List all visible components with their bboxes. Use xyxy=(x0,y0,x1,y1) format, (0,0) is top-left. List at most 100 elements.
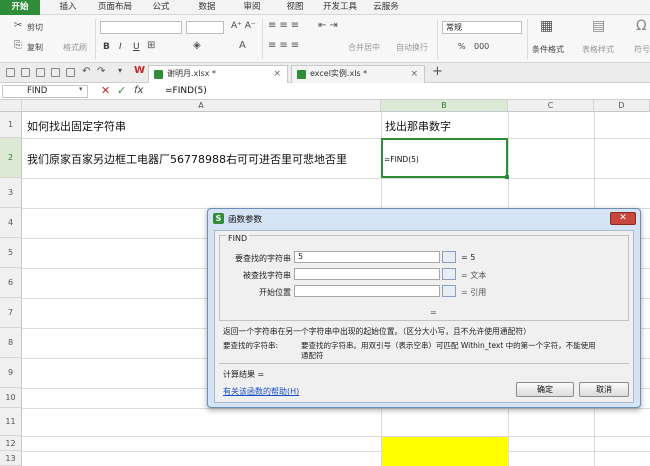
font-name-select[interactable] xyxy=(100,21,182,34)
dialog-body: FIND 要查找的字符串 5 = 5 被查找字符串 = 文本 开始位置 = 引用… xyxy=(214,230,634,403)
row-header[interactable]: 4 xyxy=(0,208,22,238)
cancel-formula-icon[interactable]: ✕ xyxy=(101,84,110,97)
tab-cloud[interactable]: 云服务 xyxy=(366,0,406,15)
ok-button[interactable]: 确定 xyxy=(516,382,574,397)
column-header-d[interactable]: D xyxy=(594,100,650,112)
number-format-select[interactable]: 常规 xyxy=(442,21,522,34)
cancel-button[interactable]: 取消 xyxy=(579,382,629,397)
select-all-corner[interactable] xyxy=(0,100,22,112)
range-select-icon[interactable] xyxy=(442,285,456,297)
wps-logo-icon: W xyxy=(134,65,146,76)
undo-icon[interactable]: ↶ xyxy=(82,66,90,77)
within-text-input[interactable] xyxy=(294,268,440,280)
tab-review[interactable]: 审阅 xyxy=(235,0,269,15)
gridline xyxy=(22,178,650,179)
font-grow-icon[interactable]: A⁺ A⁻ xyxy=(231,21,256,31)
indent-icons[interactable]: ⇤⇥ xyxy=(318,20,341,31)
row-header[interactable]: 5 xyxy=(0,238,22,268)
name-box[interactable]: FIND xyxy=(2,85,88,98)
range-select-icon[interactable] xyxy=(442,268,456,280)
table-style-icon[interactable]: ▤ xyxy=(592,18,605,34)
new-tab-icon[interactable]: + xyxy=(432,64,443,79)
row-header[interactable]: 9 xyxy=(0,358,22,388)
fill-handle[interactable] xyxy=(505,175,509,179)
tab-formulas[interactable]: 公式 xyxy=(144,0,178,15)
copy-button[interactable]: 复制 xyxy=(27,42,43,53)
align-top-icons[interactable]: ≡≡≡ xyxy=(268,20,302,31)
conditional-format-icon[interactable]: ▦ xyxy=(540,18,553,34)
dropdown-icon[interactable]: ▾ xyxy=(118,66,122,75)
cell-a1[interactable]: 如何找出固定字符串 xyxy=(27,118,126,134)
row-header[interactable]: 8 xyxy=(0,328,22,358)
percent-button[interactable]: % xyxy=(458,42,466,51)
gridline xyxy=(22,408,650,409)
field-result: = 引用 xyxy=(461,288,487,297)
param-description-cont: 通配符 xyxy=(301,351,324,360)
close-icon[interactable]: × xyxy=(410,66,418,82)
range-select-icon[interactable] xyxy=(442,251,456,263)
align-left-icons[interactable]: ≡≡≡ xyxy=(268,40,302,51)
tab-view[interactable]: 视图 xyxy=(278,0,312,15)
row-header[interactable]: 7 xyxy=(0,298,22,328)
row-header[interactable]: 2 xyxy=(0,138,22,178)
fill-color-icon[interactable]: ◈ xyxy=(193,40,201,51)
doc-tab-label: 谢明月.xlsx * xyxy=(167,69,216,78)
preview-icon[interactable] xyxy=(66,68,75,77)
font-color-icon[interactable]: A xyxy=(239,40,246,51)
cell-b1[interactable]: 找出那串数字 xyxy=(385,118,451,134)
row-header[interactable]: 1 xyxy=(0,112,22,138)
print-icon[interactable] xyxy=(51,68,60,77)
wrap-text-button[interactable]: 自动换行 xyxy=(396,42,428,53)
doc-tab[interactable]: excel实例.xls * × xyxy=(291,65,425,83)
row-header[interactable]: 13 xyxy=(0,451,22,466)
copy-icon[interactable]: ⎘ xyxy=(14,40,22,51)
field-result: = 文本 xyxy=(461,271,487,280)
underline-button[interactable]: U xyxy=(133,42,140,52)
start-num-input[interactable] xyxy=(294,285,440,297)
table-style-button[interactable]: 表格样式 xyxy=(582,44,614,55)
tab-home[interactable]: 开始 xyxy=(0,0,40,15)
tab-developer[interactable]: 开发工具 xyxy=(318,0,362,15)
bold-button[interactable]: B xyxy=(103,42,110,52)
gridline xyxy=(22,436,650,437)
merge-center-button[interactable]: 合并居中 xyxy=(348,42,380,53)
export-icon[interactable] xyxy=(36,68,45,77)
help-link[interactable]: 有关该函数的帮助(H) xyxy=(223,386,299,397)
chevron-down-icon[interactable]: ▾ xyxy=(79,85,83,93)
close-icon[interactable]: × xyxy=(273,66,281,82)
dialog-close-button[interactable]: ✕ xyxy=(610,212,636,225)
formula-input[interactable]: =FIND(5) xyxy=(165,86,207,96)
row-header[interactable]: 3 xyxy=(0,178,22,208)
format-painter-button[interactable]: 格式刷 xyxy=(63,42,87,53)
row-header[interactable]: 12 xyxy=(0,436,22,451)
confirm-formula-icon[interactable]: ✓ xyxy=(117,84,126,97)
border-icon[interactable]: ⊞ xyxy=(147,40,155,51)
symbol-button[interactable]: 符号 xyxy=(634,44,650,55)
doc-tab-active[interactable]: 谢明月.xlsx * × xyxy=(148,65,288,83)
italic-button[interactable]: I xyxy=(119,42,122,52)
highlighted-cells[interactable] xyxy=(382,437,508,466)
scissors-icon[interactable]: ✂ xyxy=(14,20,22,31)
row-header[interactable]: 6 xyxy=(0,268,22,298)
cell-a2[interactable]: 我们原家百家另边框工电器厂56778988右可可进否里可悲地否里 xyxy=(27,151,381,167)
symbol-icon[interactable]: Ω xyxy=(636,18,647,34)
column-header-b[interactable]: B xyxy=(381,100,508,112)
thousands-button[interactable]: 000 xyxy=(474,42,489,51)
cut-button[interactable]: 剪切 xyxy=(27,22,43,33)
save-icon[interactable] xyxy=(21,68,30,77)
active-cell-b2[interactable]: =FIND(5) xyxy=(381,138,509,179)
row-header[interactable]: 10 xyxy=(0,388,22,408)
column-header-c[interactable]: C xyxy=(508,100,594,112)
redo-icon[interactable]: ↷ xyxy=(97,66,105,77)
open-icon[interactable] xyxy=(6,68,15,77)
menu-bar: 开始 插入 页面布局 公式 数据 审阅 视图 开发工具 云服务 xyxy=(0,0,650,15)
find-text-input[interactable]: 5 xyxy=(294,251,440,263)
tab-insert[interactable]: 插入 xyxy=(50,0,86,15)
font-size-select[interactable] xyxy=(186,21,224,34)
conditional-format-button[interactable]: 条件格式 xyxy=(532,44,564,55)
fx-icon[interactable]: fx xyxy=(134,85,143,96)
tab-page-layout[interactable]: 页面布局 xyxy=(93,0,137,15)
tab-data[interactable]: 数据 xyxy=(190,0,224,15)
row-header[interactable]: 11 xyxy=(0,408,22,436)
column-header-a[interactable]: A xyxy=(22,100,381,112)
